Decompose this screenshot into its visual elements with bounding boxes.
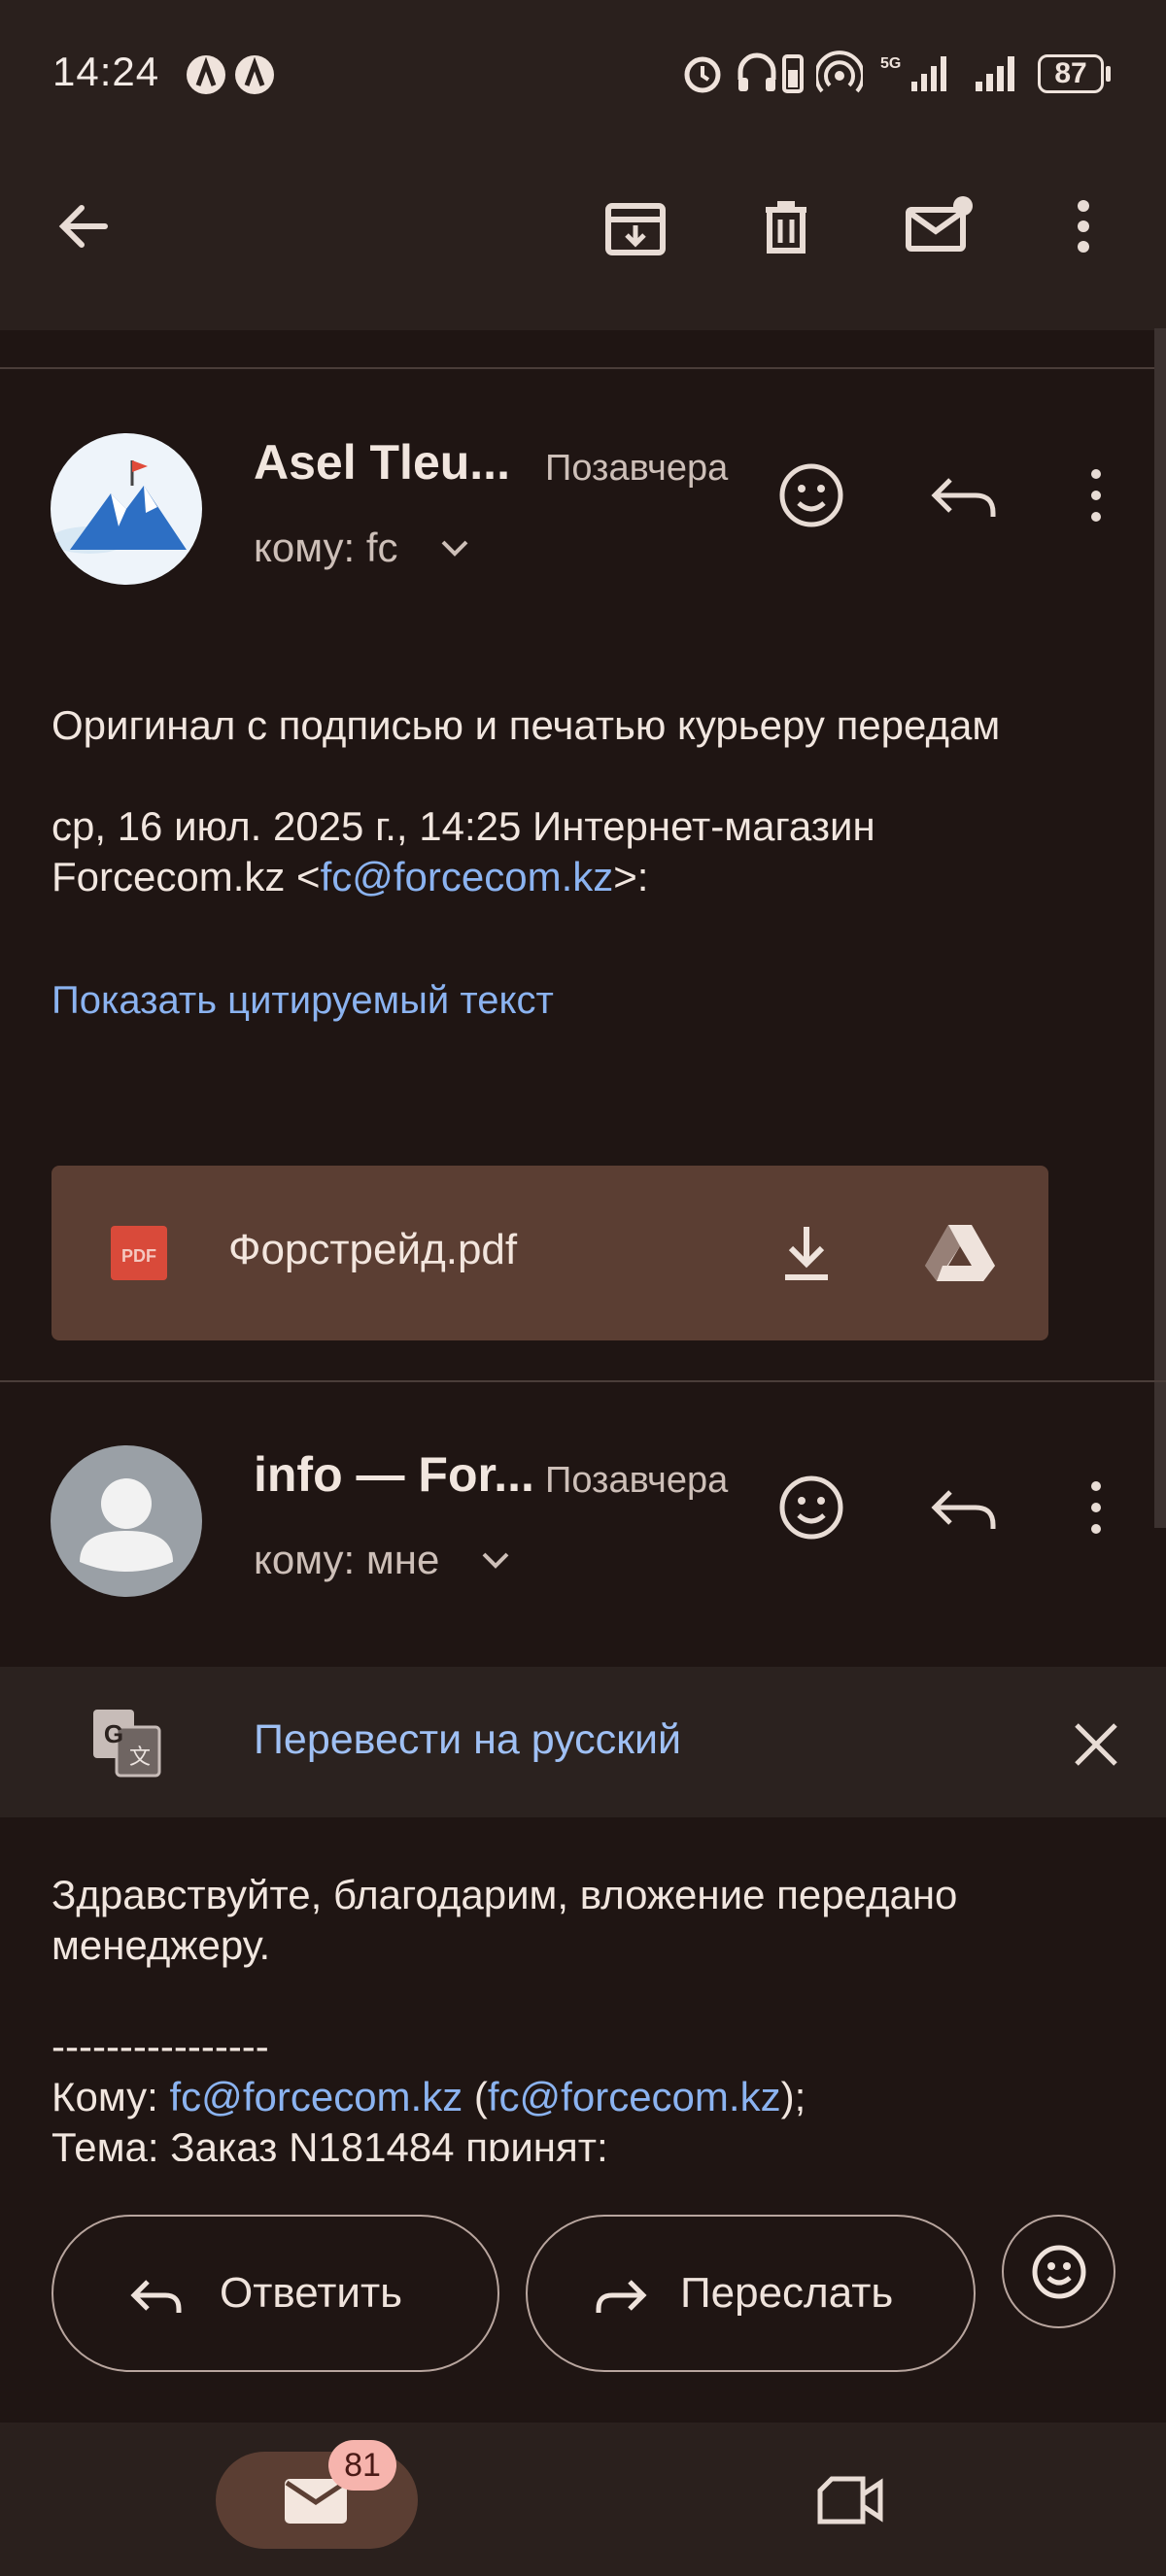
meet-video-icon[interactable] bbox=[812, 2467, 890, 2535]
scrollbar[interactable] bbox=[1154, 328, 1166, 1528]
svg-text:文: 文 bbox=[129, 1746, 151, 1770]
message-date: Позавчера bbox=[545, 1460, 729, 1501]
battery-tip bbox=[1106, 66, 1111, 82]
message-body-line2: менеджеру. bbox=[51, 1922, 271, 1968]
unread-count-badge: 81 bbox=[328, 2440, 396, 2491]
forward-label: Переслать bbox=[680, 2269, 894, 2317]
more-vert-icon[interactable] bbox=[1040, 183, 1127, 270]
email-link[interactable]: fc@forcecom.kz bbox=[170, 2074, 463, 2119]
pdf-type-label: PDF bbox=[121, 1246, 156, 1266]
alarm-icon bbox=[680, 51, 725, 95]
recipient-line[interactable]: кому: fc bbox=[254, 525, 398, 571]
emoji-react-icon[interactable] bbox=[768, 457, 855, 534]
to-suffix: ); bbox=[780, 2074, 806, 2119]
quote-header-line2: Forcecom.kz <fc@forcecom.kz>: bbox=[51, 852, 648, 902]
email-link[interactable]: fc@forcecom.kz bbox=[488, 2074, 781, 2119]
sender-avatar[interactable] bbox=[51, 433, 202, 585]
emoji-icon bbox=[1028, 2241, 1090, 2303]
top-app-bar bbox=[0, 146, 1166, 330]
trash-icon[interactable] bbox=[742, 183, 830, 270]
headphones-icon bbox=[735, 51, 779, 95]
body-clip: Тема: Заказ N181484 принят; bbox=[0, 2122, 1154, 2161]
download-icon[interactable] bbox=[768, 1219, 845, 1287]
attachment-chip[interactable] bbox=[51, 1166, 1048, 1340]
status-time: 14:24 bbox=[52, 49, 160, 94]
signal-icon bbox=[972, 51, 1026, 95]
attachment-name[interactable]: Форстрейд.pdf bbox=[228, 1226, 517, 1274]
forward-icon bbox=[589, 2268, 651, 2322]
svg-text:5G: 5G bbox=[880, 55, 901, 72]
message-body: Здравствуйте, благодарим, вложение перед… bbox=[51, 1872, 958, 1917]
subject-line: Тема: Заказ N181484 принят; bbox=[51, 2124, 608, 2161]
reply-icon bbox=[126, 2268, 189, 2322]
mark-unread-icon[interactable] bbox=[895, 183, 982, 270]
reply-icon[interactable] bbox=[921, 1469, 1009, 1546]
reply-label: Ответить bbox=[220, 2269, 403, 2317]
signal-5g-icon: 5G bbox=[878, 51, 956, 95]
message-more-icon[interactable] bbox=[1077, 457, 1115, 534]
reply-icon[interactable] bbox=[921, 457, 1009, 534]
sender-name[interactable]: info — For... bbox=[254, 1446, 534, 1503]
quote-header-line1: ср, 16 июл. 2025 г., 14:25 Интернет-мага… bbox=[51, 803, 875, 849]
translate-icon: G文 bbox=[89, 1706, 163, 1779]
translate-button[interactable]: Перевести на русский bbox=[254, 1716, 681, 1764]
svg-text:G: G bbox=[104, 1719, 123, 1748]
message-more-icon[interactable] bbox=[1077, 1469, 1115, 1546]
separator-text: ---------------- bbox=[51, 2023, 269, 2069]
emoji-react-icon[interactable] bbox=[768, 1469, 855, 1546]
message-date: Позавчера bbox=[545, 448, 729, 489]
pdf-file-icon: PDF bbox=[109, 1224, 169, 1282]
show-quoted-text-link[interactable]: Показать цитируемый текст bbox=[51, 979, 554, 1023]
quote-prefix: Forcecom.kz < bbox=[51, 854, 321, 899]
sender-name[interactable]: Asel Tleu... bbox=[254, 434, 510, 491]
forwarded-to-line: Кому: fc@forcecom.kz (fc@forcecom.kz); bbox=[51, 2072, 806, 2122]
divider bbox=[0, 1380, 1166, 1382]
app-notification-icon bbox=[185, 52, 278, 97]
google-drive-icon[interactable] bbox=[921, 1219, 999, 1287]
chevron-down-icon[interactable] bbox=[476, 1544, 515, 1576]
battery-saver-icon bbox=[781, 51, 805, 95]
to-prefix: Кому: bbox=[51, 2074, 170, 2119]
divider bbox=[0, 367, 1166, 369]
bottom-navigation bbox=[0, 2423, 1166, 2576]
sender-avatar[interactable] bbox=[51, 1445, 202, 1597]
chevron-down-icon[interactable] bbox=[435, 532, 474, 563]
message-body: Оригинал с подписью и печатью курьеру пе… bbox=[51, 702, 1001, 748]
close-icon[interactable] bbox=[1069, 1717, 1123, 1772]
recipient-line[interactable]: кому: мне bbox=[254, 1537, 439, 1583]
battery-level: 87 bbox=[1038, 54, 1104, 93]
back-icon[interactable] bbox=[43, 183, 130, 270]
archive-icon[interactable] bbox=[592, 183, 679, 270]
quote-suffix: >: bbox=[613, 854, 649, 899]
to-mid: ( bbox=[463, 2074, 488, 2119]
hotspot-icon bbox=[816, 51, 863, 95]
email-link[interactable]: fc@forcecom.kz bbox=[321, 854, 614, 899]
